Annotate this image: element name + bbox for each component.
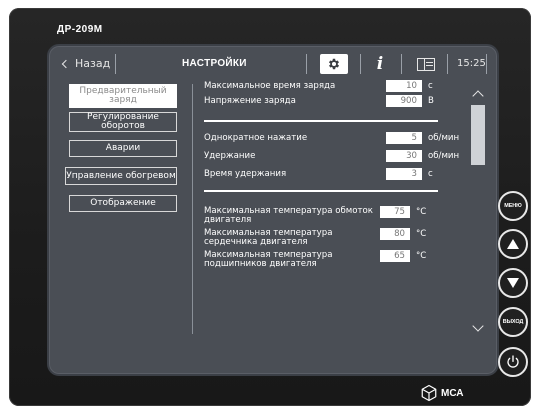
param-unit: с [428,169,433,179]
settings-button[interactable] [320,54,348,74]
param-label: Максимальная температура обмоток двигате… [204,206,373,225]
back-label: Назад [75,57,111,70]
header-divider [447,54,448,74]
down-hardware-button[interactable] [498,268,528,298]
section-separator [204,190,438,192]
header-divider [360,54,361,74]
up-arrow-icon [507,239,519,249]
brand-name: МСА [441,387,464,399]
menu-item-label: Аварии [105,143,141,153]
param-label: Максимальная температура сердечника двиг… [204,228,333,247]
param-label: Максимальная температура подшипников дви… [204,250,333,269]
param-value-field[interactable]: 900 [386,95,422,107]
power-hardware-button[interactable] [498,347,528,377]
scroll-down-icon[interactable] [472,320,484,332]
cube-logo-icon [421,384,437,402]
parameter-list: Максимальное время заряда 10 с Напряжени… [192,80,464,374]
brand-logo: МСА [420,384,464,402]
menu-item-display[interactable]: Отображение [69,195,177,212]
param-value-field[interactable]: 75 [380,206,410,218]
menu-item-speed-control[interactable]: Регулирование оборотов [69,112,177,132]
param-unit: °C [416,229,427,239]
scroll-thumb[interactable] [471,105,485,165]
menu-hardware-button[interactable]: МЕНЮ [498,191,528,221]
menu-item-precharge[interactable]: Предварительный заряд [69,84,177,108]
param-value-field[interactable]: 30 [386,150,422,162]
param-value-field[interactable]: 5 [386,132,422,144]
header-divider [401,54,402,74]
param-value-field[interactable]: 3 [386,168,422,180]
scroll-up-icon[interactable] [472,90,484,102]
screen-header: Назад НАСТРОЙКИ i 15:25 [49,46,497,78]
power-icon [507,355,519,368]
exit-button-label: ВЫХОД [502,319,524,325]
param-unit: °C [416,251,427,261]
touch-screen: Назад НАСТРОЙКИ i 15:25 Предварительный … [47,44,499,376]
menu-item-label: Регулирование оборотов [87,112,159,131]
param-label: Напряжение заряда [204,96,296,106]
param-label: Время удержания [204,169,287,179]
device-model-label: ДР-209М [57,24,103,35]
menu-item-heating-control[interactable]: Управление обогревом [65,167,177,185]
menu-button-label: МЕНЮ [504,203,522,209]
gear-icon [328,58,340,70]
page-title: НАСТРОЙКИ [182,58,247,69]
menu-item-label: Предварительный заряд [79,86,167,105]
exit-hardware-button[interactable]: ВЫХОД [498,307,528,337]
header-divider [306,54,307,74]
panel-icon[interactable] [417,58,435,71]
param-label: Однократное нажатие [204,133,308,143]
param-unit: В [428,96,434,106]
section-separator [204,120,438,122]
menu-item-alarms[interactable]: Аварии [69,140,177,157]
param-unit: °C [416,207,427,217]
param-unit: об/мин [428,133,460,143]
param-value-field[interactable]: 10 [386,80,422,92]
header-divider [115,54,116,74]
param-unit: об/мин [428,151,460,161]
param-label: Максимальное время заряда [204,81,336,91]
back-button[interactable]: Назад [61,57,111,70]
info-icon: i [376,54,384,74]
clock-display: 15:25 [457,58,486,69]
param-value-field[interactable]: 80 [380,228,410,240]
up-hardware-button[interactable] [498,229,528,259]
down-arrow-icon [507,278,519,288]
param-unit: с [428,81,433,91]
param-label: Удержание [204,151,256,161]
scrollbar[interactable] [468,86,490,338]
header-divider [486,54,487,74]
info-button[interactable]: i [373,54,387,74]
menu-item-label: Отображение [90,198,156,208]
param-value-field[interactable]: 65 [380,250,410,262]
menu-item-label: Управление обогревом [66,170,176,181]
chevron-left-icon [61,59,71,68]
